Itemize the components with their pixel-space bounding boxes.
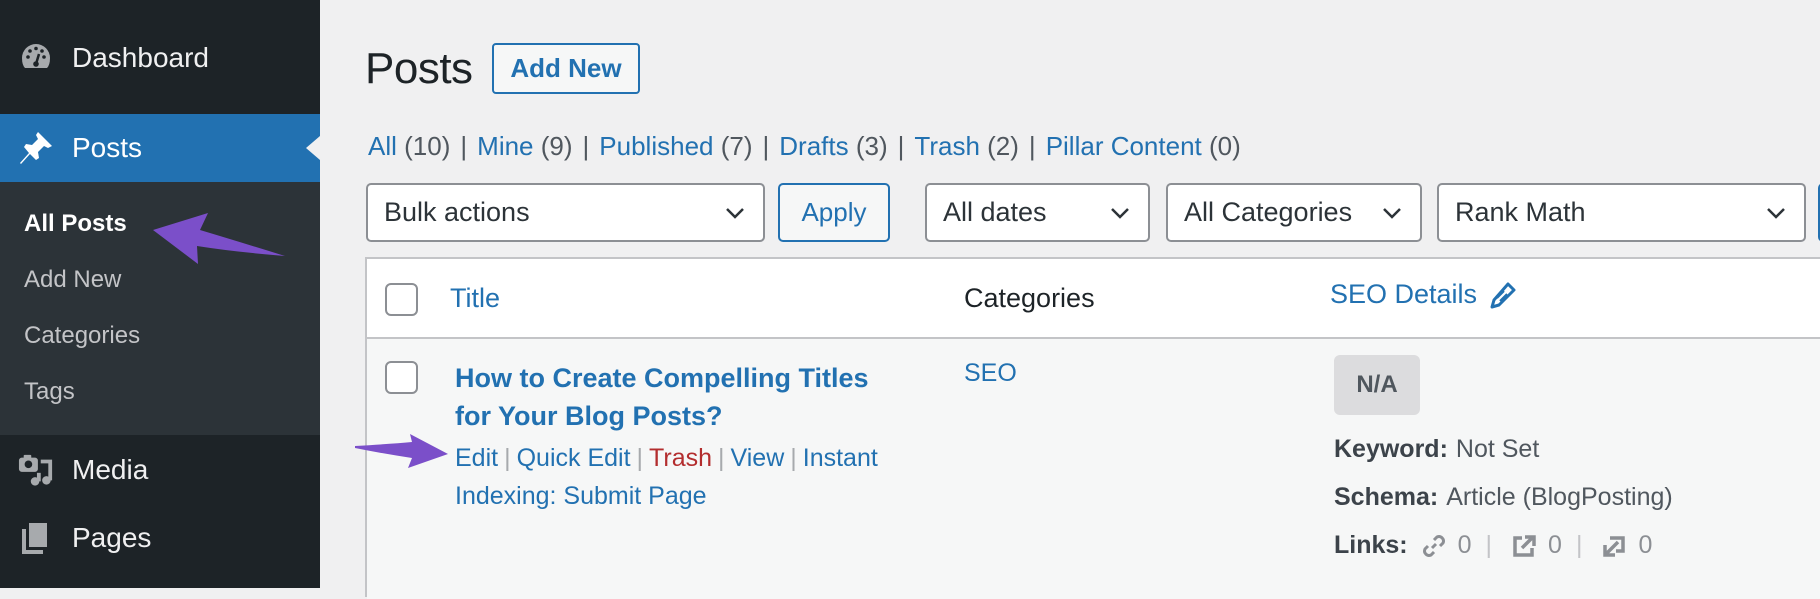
seo-score-badge: N/A [1334,355,1420,415]
admin-sidebar: Dashboard Posts All Posts Add New Catego… [0,0,320,588]
separator: | [1485,531,1493,559]
separator: | [897,131,905,161]
post-title-link[interactable]: How to Create Compelling Titles for Your… [455,359,895,435]
media-icon [18,452,54,488]
submenu-item-tags[interactable]: Tags [24,378,75,406]
internal-link-icon [1422,534,1445,557]
view-count: (2) [987,131,1019,161]
incoming-links-count: 0 [1638,531,1653,559]
pages-icon [18,520,54,556]
sidebar-item-pages[interactable]: Pages [0,510,320,566]
view-published-link[interactable]: Published (7) [599,131,752,161]
schema-value: Article (BlogPosting) [1446,483,1673,511]
seo-filter-select[interactable]: Rank Math [1437,183,1806,242]
incoming-link-icon [1603,535,1626,557]
view-count: (3) [855,131,888,161]
trash-link[interactable]: Trash [649,444,712,472]
links-label: Links: [1334,531,1408,559]
view-label: Trash [914,131,980,161]
view-pillar-content-link[interactable]: Pillar Content (0) [1046,131,1241,161]
schema-label: Schema: [1334,483,1439,511]
column-header-title[interactable]: Title [450,283,500,314]
chevron-down-icon [1767,208,1785,219]
posts-table: Title Categories SEO Details How to Crea… [365,257,1820,599]
view-label: All [368,131,397,161]
select-value: All dates [943,197,1047,227]
chevron-down-icon [726,208,744,219]
select-value: Rank Math [1455,197,1586,227]
sidebar-item-label: Pages [72,522,152,553]
table-header: Title Categories SEO Details [367,259,1820,339]
edit-link[interactable]: Edit [455,444,498,472]
select-value: All Categories [1184,197,1353,227]
column-header-label: SEO Details [1330,279,1478,309]
add-new-button[interactable]: Add New [492,43,640,94]
view-label: Pillar Content [1045,131,1202,161]
submenu-item-all-posts[interactable]: All Posts [24,210,127,238]
separator: | [1575,531,1583,559]
view-link[interactable]: View [731,444,785,472]
view-drafts-link[interactable]: Drafts (3) [779,131,887,161]
separator: | [460,131,468,161]
table-row: How to Create Compelling Titles for Your… [367,339,1820,599]
seo-links: Links: 0 | 0 | 0 [1334,531,1652,560]
select-all-checkbox[interactable] [385,283,418,316]
main-content: Posts Add New All (10) | Mine (9) | Publishe… [320,0,1820,599]
sidebar-item-label: Media [72,454,149,485]
view-label: Drafts [779,131,849,161]
view-label: Mine [477,131,534,161]
apply-button[interactable]: Apply [778,183,890,242]
view-trash-link[interactable]: Trash (2) [914,131,1019,161]
keyword-label: Keyword: [1334,435,1448,463]
separator: | [504,444,511,472]
external-links-count: 0 [1548,531,1562,559]
row-actions: Edit | Quick Edit | Trash | View | Instant Index… [455,439,935,515]
separator: | [790,444,797,472]
sidebar-item-label: Posts [72,132,143,163]
pushpin-icon [18,130,54,166]
keyword-value: Not Set [1455,435,1540,463]
view-label: Published [599,131,714,161]
submenu-item-categories[interactable]: Categories [24,322,140,350]
sidebar-item-label: Dashboard [72,42,209,73]
current-menu-notch [306,136,320,160]
pencil-icon[interactable] [1489,281,1517,309]
external-link-icon [1513,534,1536,557]
view-mine-link[interactable]: Mine (9) [477,131,572,161]
view-all-link[interactable]: All (10) [368,131,450,161]
sidebar-item-posts[interactable]: Posts [0,114,320,182]
view-count: (9) [540,131,573,161]
view-count: (0) [1209,131,1241,161]
separator: | [582,131,590,161]
posts-submenu: All Posts Add New Categories Tags [0,182,320,435]
column-header-categories: Categories [964,283,1095,313]
separator: | [718,444,725,472]
chevron-down-icon [1383,208,1401,219]
category-link[interactable]: SEO [964,359,1017,388]
column-header-seo-details[interactable]: SEO Details [1330,279,1517,310]
quick-edit-link[interactable]: Quick Edit [517,444,631,472]
page-title: Posts [365,44,473,93]
separator: | [636,444,644,472]
view-count: (10) [404,131,451,161]
categories-filter-select[interactable]: All Categories [1166,183,1422,242]
seo-schema: Schema: Article (BlogPosting) [1334,483,1673,512]
select-value: Bulk actions [384,197,530,227]
sidebar-item-dashboard[interactable]: Dashboard [0,30,320,86]
dates-filter-select[interactable]: All dates [925,183,1150,242]
seo-keyword: Keyword: Not Set [1334,435,1539,464]
row-checkbox[interactable] [385,361,418,394]
view-count: (7) [720,131,753,161]
separator: | [762,131,770,161]
internal-links-count: 0 [1457,531,1472,559]
sidebar-item-media[interactable]: Media [0,442,320,498]
separator: | [1028,131,1036,161]
bulk-actions-select[interactable]: Bulk actions [366,183,765,242]
chevron-down-icon [1111,208,1129,219]
dashboard-icon [18,40,54,76]
submenu-item-add-new[interactable]: Add New [24,266,121,294]
post-status-views: All (10) | Mine (9) | Published (7) | Drafts (… [368,131,1241,162]
